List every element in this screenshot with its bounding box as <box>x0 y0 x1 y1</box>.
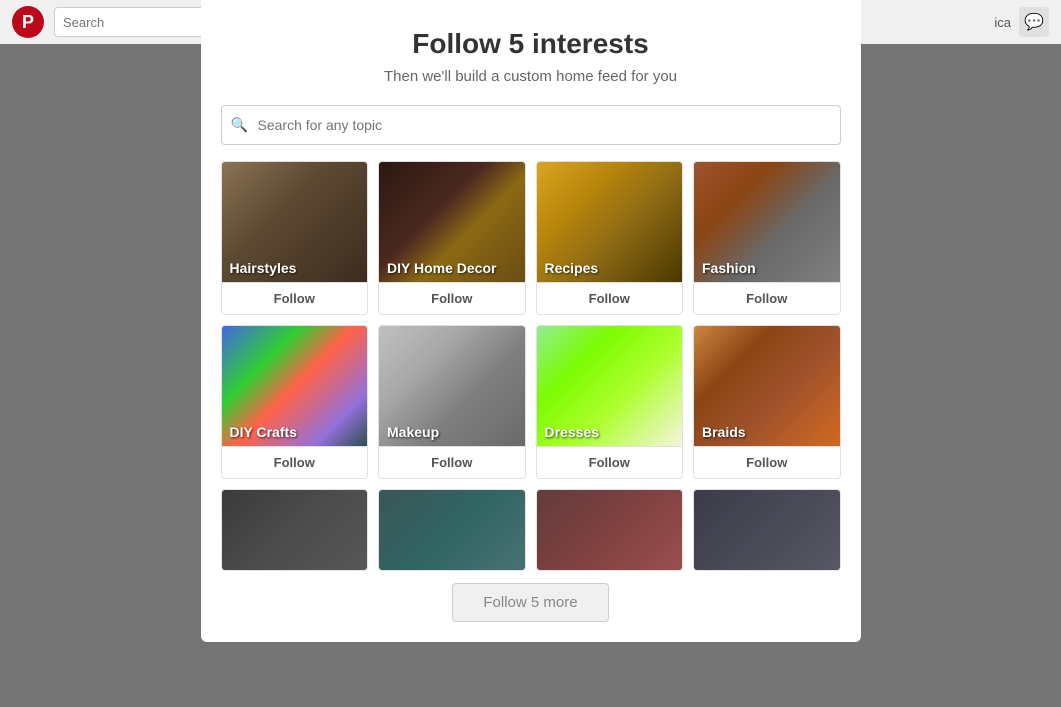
interest-card-diy-home-decor: DIY Home Decor Follow <box>378 161 526 315</box>
interest-image-braids: Braids <box>694 326 840 446</box>
logo-letter: P <box>22 12 34 33</box>
bottom-image-bottom4 <box>694 490 840 570</box>
follow-button-diy-crafts[interactable]: Follow <box>222 446 368 478</box>
interest-image-dresses: Dresses <box>537 326 683 446</box>
bottom-grid <box>201 479 861 571</box>
topic-search-input[interactable] <box>221 105 841 145</box>
interest-label-diy-crafts: DIY Crafts <box>230 424 297 440</box>
modal-title: Follow 5 interests <box>221 28 841 60</box>
interest-label-dresses: Dresses <box>545 424 600 440</box>
bottom-image-bottom2 <box>379 490 525 570</box>
interest-image-recipes: Recipes <box>537 162 683 282</box>
interest-card-recipes: Recipes Follow <box>536 161 684 315</box>
interest-card-makeup: Makeup Follow <box>378 325 526 479</box>
interest-card-dresses: Dresses Follow <box>536 325 684 479</box>
interest-label-makeup: Makeup <box>387 424 439 440</box>
modal-subtitle: Then we'll build a custom home feed for … <box>221 68 841 85</box>
modal: Follow 5 interests Then we'll build a cu… <box>201 0 861 642</box>
interest-card-braids: Braids Follow <box>693 325 841 479</box>
interest-image-fashion: Fashion <box>694 162 840 282</box>
bottom-image-bottom1 <box>222 490 368 570</box>
follow-button-hairstyles[interactable]: Follow <box>222 282 368 314</box>
follow-more-button[interactable]: Follow 5 more <box>452 583 608 622</box>
interest-label-hairstyles: Hairstyles <box>230 260 297 276</box>
interests-grid: HairstylesFollowDIY Home DecorFollowReci… <box>201 161 861 479</box>
interest-image-diy-crafts: DIY Crafts <box>222 326 368 446</box>
follow-button-recipes[interactable]: Follow <box>537 282 683 314</box>
follow-button-fashion[interactable]: Follow <box>694 282 840 314</box>
bottom-card-bottom4 <box>693 489 841 571</box>
bottom-card-bottom2 <box>378 489 526 571</box>
bottom-image-bottom3 <box>537 490 683 570</box>
interest-label-recipes: Recipes <box>545 260 599 276</box>
bottom-card-bottom3 <box>536 489 684 571</box>
interest-image-diy-home-decor: DIY Home Decor <box>379 162 525 282</box>
follow-button-braids[interactable]: Follow <box>694 446 840 478</box>
topbar-username: ica <box>994 15 1011 30</box>
follow-button-dresses[interactable]: Follow <box>537 446 683 478</box>
topbar-right: ica 💬 <box>994 7 1049 37</box>
interest-card-hairstyles: Hairstyles Follow <box>221 161 369 315</box>
follow-button-makeup[interactable]: Follow <box>379 446 525 478</box>
interest-label-braids: Braids <box>702 424 746 440</box>
follow-more-container: Follow 5 more <box>201 583 861 622</box>
interest-label-diy-home-decor: DIY Home Decor <box>387 260 496 276</box>
pinterest-logo[interactable]: P <box>12 6 44 38</box>
interest-image-makeup: Makeup <box>379 326 525 446</box>
follow-button-diy-home-decor[interactable]: Follow <box>379 282 525 314</box>
interest-image-hairstyles: Hairstyles <box>222 162 368 282</box>
search-container: 🔍 <box>201 105 861 161</box>
message-icon[interactable]: 💬 <box>1019 7 1049 37</box>
search-wrapper: 🔍 <box>221 105 841 145</box>
modal-header: Follow 5 interests Then we'll build a cu… <box>201 0 861 105</box>
bottom-card-bottom1 <box>221 489 369 571</box>
interest-card-diy-crafts: DIY Crafts Follow <box>221 325 369 479</box>
interest-card-fashion: Fashion Follow <box>693 161 841 315</box>
search-icon: 🔍 <box>231 117 248 134</box>
interest-label-fashion: Fashion <box>702 260 756 276</box>
